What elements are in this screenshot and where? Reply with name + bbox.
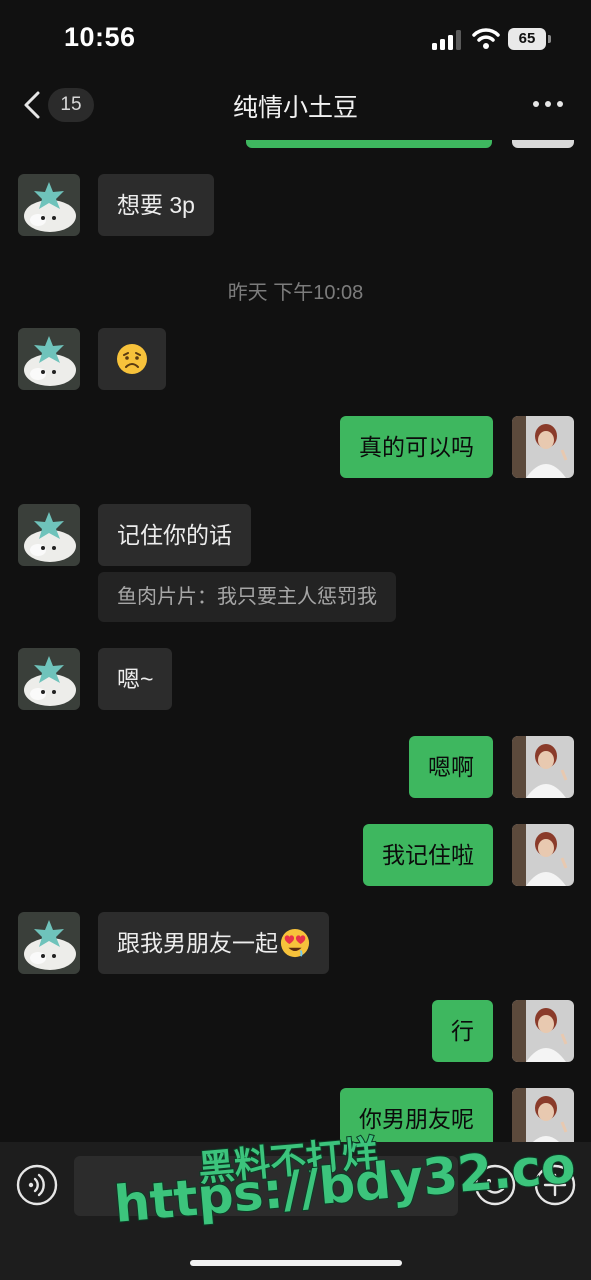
contact-avatar[interactable] [18, 912, 80, 974]
contact-avatar[interactable] [18, 648, 80, 710]
contact-avatar[interactable] [18, 328, 80, 390]
incoming-message[interactable]: 想要 3p [98, 174, 214, 236]
incoming-message[interactable]: 嗯~ [98, 648, 173, 710]
home-indicator[interactable] [190, 1260, 402, 1266]
my-avatar[interactable] [512, 1000, 574, 1062]
message-timestamp: 昨天 下午10:08 [227, 282, 364, 304]
my-avatar[interactable] [512, 736, 574, 798]
my-avatar[interactable] [512, 1088, 574, 1142]
status-time: 10:56 [64, 22, 136, 52]
status-bar: 10:56 65 [0, 0, 591, 78]
quoted-reply[interactable]: 鱼肉片片：我只要主人惩罚我 [98, 572, 396, 622]
my-avatar[interactable] [512, 416, 574, 478]
outgoing-message[interactable]: 行 [432, 1000, 493, 1062]
disappointed-face-icon [117, 344, 147, 374]
battery-icon: 65 [508, 28, 552, 50]
chat-title: 纯情小土豆 [232, 94, 358, 122]
chat-header: 15 纯情小土豆 [0, 78, 591, 140]
incoming-message[interactable]: 跟我男朋友一起 [98, 912, 329, 974]
contact-avatar[interactable] [18, 174, 80, 236]
message-list[interactable]: 想要 3p 昨天 下午10:08 真的可以吗 记住你的话 鱼肉片片：我只要主人惩… [0, 140, 591, 1142]
my-avatar[interactable] [512, 824, 574, 886]
contact-avatar[interactable] [18, 504, 80, 566]
outgoing-message[interactable]: 我记住啦 [363, 824, 493, 886]
more-options-icon[interactable] [532, 94, 564, 114]
partial-outgoing-bubble [246, 140, 492, 148]
outgoing-message[interactable]: 真的可以吗 [340, 416, 493, 478]
outgoing-message[interactable]: 嗯啊 [409, 736, 493, 798]
incoming-message[interactable]: 记住你的话 [98, 504, 251, 566]
battery-level: 65 [518, 30, 536, 47]
my-avatar[interactable] [512, 140, 574, 148]
message-text: 跟我男朋友一起 [117, 930, 278, 956]
incoming-emoji-message[interactable] [98, 328, 166, 390]
cellular-signal-icon [432, 30, 461, 50]
voice-input-icon[interactable] [16, 1164, 58, 1206]
wifi-icon [472, 28, 500, 49]
heart-eyes-face-icon [280, 928, 310, 957]
